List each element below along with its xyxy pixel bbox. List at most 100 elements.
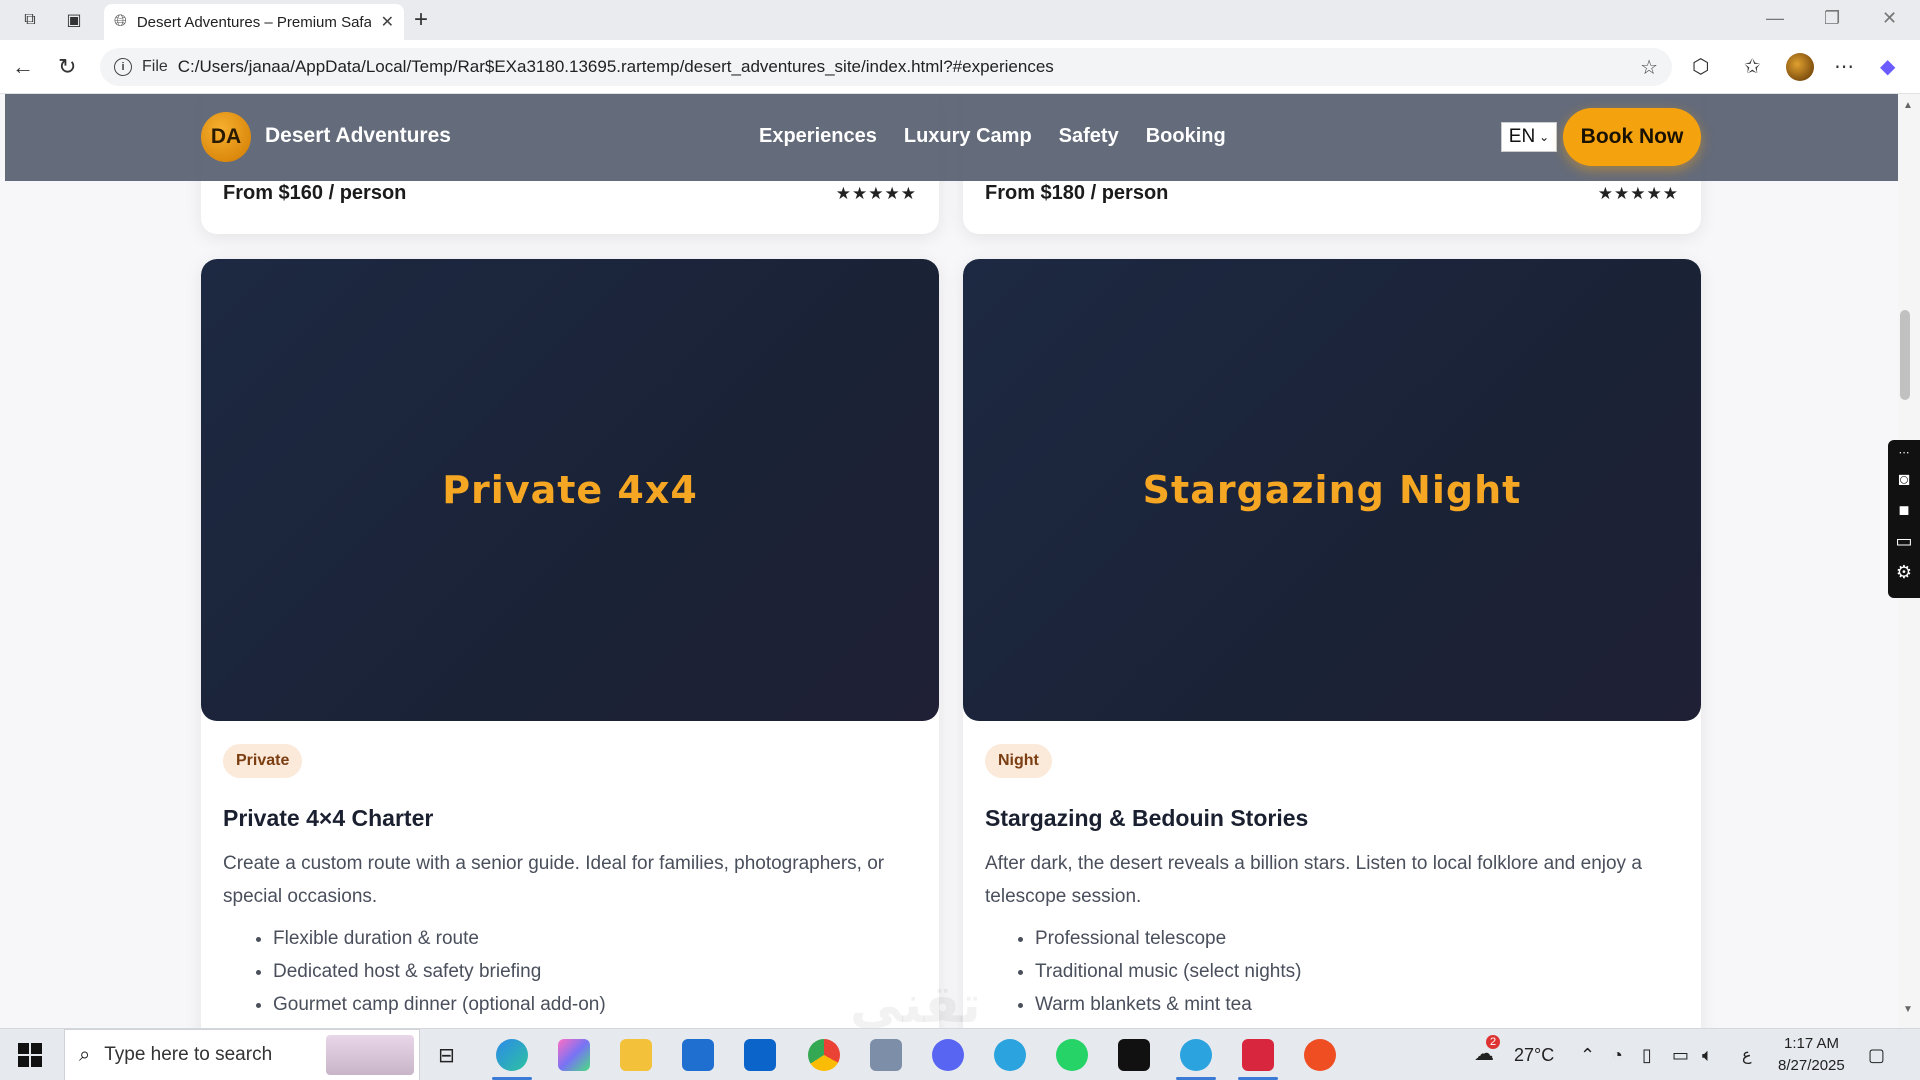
camera-icon[interactable]: ◙: [1899, 469, 1910, 490]
scroll-down-arrow-icon[interactable]: ▼: [1898, 1004, 1918, 1015]
clock-date[interactable]: 8/27/2025: [1778, 1057, 1845, 1074]
photos-app-icon[interactable]: [870, 1039, 902, 1071]
rating-stars: ★★★★★: [835, 183, 917, 203]
device-icon[interactable]: ▯: [1642, 1045, 1652, 1066]
minimize-icon[interactable]: —: [1766, 8, 1784, 29]
reload-icon[interactable]: ↻: [58, 54, 76, 80]
language-value: EN: [1508, 126, 1536, 147]
video-camera-icon[interactable]: ■: [1899, 500, 1910, 521]
close-window-icon[interactable]: ✕: [1882, 8, 1897, 29]
search-placeholder: Type here to search: [104, 1044, 273, 1065]
browser-tab-bar: ⧉ ▣ 🌐︎ Desert Adventures – Premium Safar…: [0, 0, 1920, 40]
media-title: Private 4x4: [442, 468, 698, 512]
nav-safety[interactable]: Safety: [1059, 125, 1119, 148]
floating-capture-toolbar: ⋯ ◙ ■ ▭ ⚙: [1888, 440, 1920, 598]
scrollbar-thumb[interactable]: [1900, 310, 1910, 400]
notifications-icon[interactable]: ▢: [1868, 1045, 1885, 1066]
browser-tab-active[interactable]: 🌐︎ Desert Adventures – Premium Safari ✕: [104, 4, 404, 40]
feature-item: Dedicated host & safety briefing: [273, 955, 606, 988]
feature-item: Professional telescope: [1035, 922, 1301, 955]
address-bar[interactable]: i File C:/Users/janaa/AppData/Local/Temp…: [100, 48, 1672, 86]
experience-card-stargazing[interactable]: Stargazing Night Night Stargazing & Bedo…: [963, 259, 1701, 1028]
card-title: Stargazing & Bedouin Stories: [985, 805, 1309, 831]
site-header: DA Desert Adventures Experiences Luxury …: [5, 94, 1898, 181]
battery-icon[interactable]: ▭: [1672, 1045, 1689, 1066]
feature-item: Traditional music (select nights): [1035, 955, 1301, 988]
feature-list: Flexible duration & route Dedicated host…: [273, 922, 606, 1021]
book-now-button[interactable]: Book Now: [1563, 108, 1701, 166]
workspaces-icon[interactable]: ⧉: [18, 8, 42, 32]
new-tab-icon[interactable]: +: [414, 6, 428, 34]
chevron-down-icon: ⌄: [1539, 130, 1550, 144]
nav-luxury-camp[interactable]: Luxury Camp: [904, 125, 1032, 148]
copilot-icon[interactable]: ◆: [1880, 54, 1895, 79]
chrome-icon[interactable]: [808, 1039, 840, 1071]
gear-icon[interactable]: ⚙: [1896, 562, 1912, 583]
network-icon[interactable]: ◔: [1612, 1045, 1623, 1066]
media-title: Stargazing Night: [1142, 468, 1522, 512]
language-select[interactable]: EN ⌄: [1501, 122, 1557, 152]
globe-icon: 🌐︎: [114, 13, 127, 30]
scroll-up-arrow-icon[interactable]: ▲: [1898, 100, 1918, 111]
feature-item: Gourmet camp dinner (optional add-on): [273, 988, 606, 1021]
volume-icon[interactable]: 🔈︎: [1702, 1045, 1713, 1066]
category-badge: Night: [985, 744, 1052, 778]
input-language-indicator[interactable]: ع: [1742, 1045, 1752, 1065]
feature-item: Warm blankets & mint tea: [1035, 988, 1301, 1021]
info-icon[interactable]: i: [114, 58, 132, 76]
profile-avatar[interactable]: [1786, 53, 1814, 81]
favorite-star-icon[interactable]: ☆: [1640, 55, 1658, 80]
task-view-icon[interactable]: ⊟: [438, 1043, 455, 1068]
card-media: Stargazing Night: [963, 259, 1701, 721]
outlook-icon[interactable]: [744, 1039, 776, 1071]
favorites-icon[interactable]: ✩: [1744, 54, 1761, 79]
card-description: After dark, the desert reveals a billion…: [985, 853, 1642, 907]
wps-office-icon[interactable]: [1242, 1039, 1274, 1071]
more-menu-icon[interactable]: ⋯: [1834, 54, 1854, 79]
logo-mark[interactable]: DA: [201, 112, 251, 162]
whatsapp-icon[interactable]: [1056, 1039, 1088, 1071]
copilot-app-icon[interactable]: [558, 1039, 590, 1071]
file-explorer-icon[interactable]: [620, 1039, 652, 1071]
telegram-icon[interactable]: [994, 1039, 1026, 1071]
search-highlight-image: [326, 1035, 414, 1075]
weather-temperature[interactable]: 27°C: [1514, 1045, 1554, 1066]
pin-icon[interactable]: ⋯: [1899, 446, 1910, 459]
brave-icon[interactable]: [1304, 1039, 1336, 1071]
weather-badge: 2: [1486, 1035, 1500, 1049]
experience-card-private-4x4[interactable]: Private 4x4 Private Private 4×4 Charter …: [201, 259, 939, 1028]
watermark-logo: ﺗﻘﻨﻲ: [850, 975, 981, 1035]
card-media: Private 4x4: [201, 259, 939, 721]
vertical-tabs-icon[interactable]: ▣: [62, 8, 86, 32]
windows-taskbar: ⌕ Type here to search ⊟ ☁ 2 27°C ⌃ ◔ ▯ ▭…: [0, 1028, 1920, 1080]
chevron-up-icon[interactable]: ⌃: [1580, 1045, 1595, 1066]
rating-stars: ★★★★★: [1597, 183, 1679, 203]
extensions-icon[interactable]: ⬡: [1692, 54, 1709, 79]
url-text[interactable]: C:/Users/janaa/AppData/Local/Temp/Rar$EX…: [178, 57, 1630, 77]
edge-icon[interactable]: [496, 1039, 528, 1071]
card-price: From $180 / person: [985, 182, 1169, 204]
card-title: Private 4×4 Charter: [223, 805, 434, 831]
start-windows-icon[interactable]: [18, 1043, 42, 1067]
close-tab-icon[interactable]: ✕: [381, 12, 394, 32]
main-nav: Experiences Luxury Camp Safety Booking: [759, 125, 1226, 148]
window-icon[interactable]: ▭: [1895, 531, 1912, 552]
back-arrow-icon[interactable]: ←: [12, 54, 34, 80]
media-app-icon[interactable]: [1118, 1039, 1150, 1071]
telegram-2-icon[interactable]: [1180, 1039, 1212, 1071]
nav-booking[interactable]: Booking: [1146, 125, 1226, 148]
card-description: Create a custom route with a senior guid…: [223, 853, 885, 907]
brand-name[interactable]: Desert Adventures: [265, 124, 451, 148]
chat-app-icon[interactable]: [932, 1039, 964, 1071]
restore-icon[interactable]: ❐: [1824, 8, 1840, 29]
page-viewport: From $160 / person ★★★★★ From $180 / per…: [5, 94, 1898, 1028]
nav-experiences[interactable]: Experiences: [759, 125, 877, 148]
card-price: From $160 / person: [223, 182, 407, 204]
store-icon[interactable]: [682, 1039, 714, 1071]
feature-item: Flexible duration & route: [273, 922, 606, 955]
browser-toolbar: ← ↻ i File C:/Users/janaa/AppData/Local/…: [0, 40, 1920, 94]
feature-list: Professional telescope Traditional music…: [1035, 922, 1301, 1021]
category-badge: Private: [223, 744, 303, 778]
tab-title: Desert Adventures – Premium Safari: [136, 13, 371, 31]
clock-time[interactable]: 1:17 AM: [1784, 1035, 1839, 1052]
